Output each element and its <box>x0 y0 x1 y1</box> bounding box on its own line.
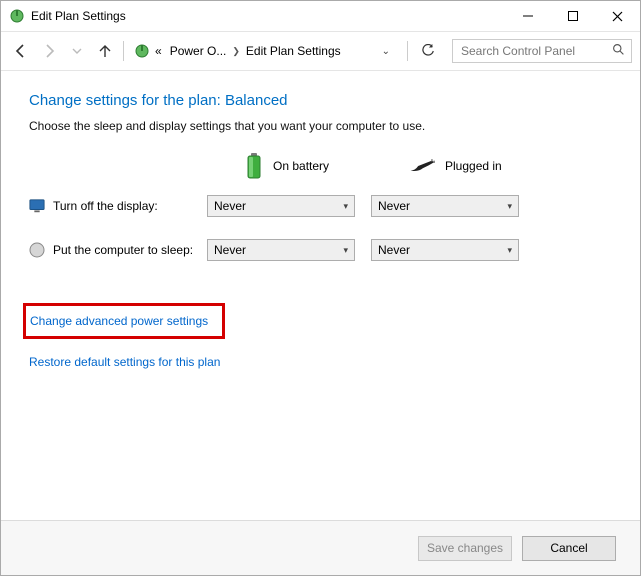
title-bar: Edit Plan Settings <box>1 1 640 32</box>
button-bar: Save changes Cancel <box>1 520 640 575</box>
row-sleep: Put the computer to sleep: Never ▾ Never… <box>29 239 612 261</box>
plug-icon <box>409 158 435 174</box>
forward-button[interactable] <box>37 39 61 63</box>
up-button[interactable] <box>93 39 117 63</box>
crumb-edit-plan[interactable]: Edit Plan Settings <box>243 44 344 58</box>
sleep-plugged-dropdown[interactable]: Never ▾ <box>371 239 519 261</box>
col-plugged-label: Plugged in <box>445 159 502 173</box>
minimize-button[interactable] <box>505 1 550 31</box>
recent-locations-button[interactable] <box>65 39 89 63</box>
restore-default-settings-link[interactable]: Restore default settings for this plan <box>29 355 220 369</box>
col-battery-label: On battery <box>273 159 329 173</box>
separator <box>407 41 408 61</box>
crumb-power-options[interactable]: Power O... <box>167 44 230 58</box>
crumb-root-prefix[interactable]: « <box>152 44 165 58</box>
chevron-down-icon: ▾ <box>343 201 348 212</box>
search-box[interactable] <box>452 39 632 63</box>
col-on-battery: On battery <box>245 153 409 179</box>
window-title: Edit Plan Settings <box>31 9 505 23</box>
window-controls <box>505 1 640 31</box>
display-icon <box>29 198 45 214</box>
maximize-button[interactable] <box>550 1 595 31</box>
content-area: Change settings for the plan: Balanced C… <box>1 70 640 519</box>
power-options-icon <box>134 43 150 59</box>
close-button[interactable] <box>595 1 640 33</box>
chevron-right-icon[interactable]: ❯ <box>231 46 241 57</box>
chevron-down-icon: ▾ <box>507 245 512 256</box>
page-subtext: Choose the sleep and display settings th… <box>29 119 612 133</box>
moon-icon <box>29 242 45 258</box>
back-button[interactable] <box>9 39 33 63</box>
separator <box>123 41 124 61</box>
search-icon[interactable] <box>612 43 625 59</box>
col-plugged-in: Plugged in <box>409 158 573 174</box>
display-plugged-dropdown[interactable]: Never ▾ <box>371 195 519 217</box>
row-display: Turn off the display: Never ▾ Never ▾ <box>29 195 612 217</box>
nav-bar: « Power O... ❯ Edit Plan Settings ⌄ <box>1 32 640 71</box>
page-heading: Change settings for the plan: Balanced <box>29 92 612 109</box>
save-changes-button[interactable]: Save changes <box>418 536 512 561</box>
search-input[interactable] <box>459 43 603 59</box>
dropdown-value: Never <box>378 199 410 213</box>
row-display-label: Turn off the display: <box>53 199 158 213</box>
battery-icon <box>245 153 263 179</box>
column-headers: On battery Plugged in <box>29 153 612 179</box>
row-sleep-label: Put the computer to sleep: <box>53 243 193 257</box>
cancel-button[interactable]: Cancel <box>522 536 616 561</box>
chevron-down-icon: ▾ <box>343 245 348 256</box>
power-options-icon <box>9 8 25 24</box>
chevron-down-icon[interactable]: ⌄ <box>381 46 391 57</box>
refresh-button[interactable] <box>414 39 442 63</box>
sleep-battery-dropdown[interactable]: Never ▾ <box>207 239 355 261</box>
dropdown-value: Never <box>214 199 246 213</box>
breadcrumb[interactable]: « Power O... ❯ Edit Plan Settings ⌄ <box>130 39 401 63</box>
chevron-down-icon: ▾ <box>507 201 512 212</box>
edit-plan-settings-window: Edit Plan Settings <box>0 0 641 576</box>
change-advanced-power-settings-link[interactable]: Change advanced power settings <box>23 303 225 339</box>
dropdown-value: Never <box>378 243 410 257</box>
display-battery-dropdown[interactable]: Never ▾ <box>207 195 355 217</box>
dropdown-value: Never <box>214 243 246 257</box>
